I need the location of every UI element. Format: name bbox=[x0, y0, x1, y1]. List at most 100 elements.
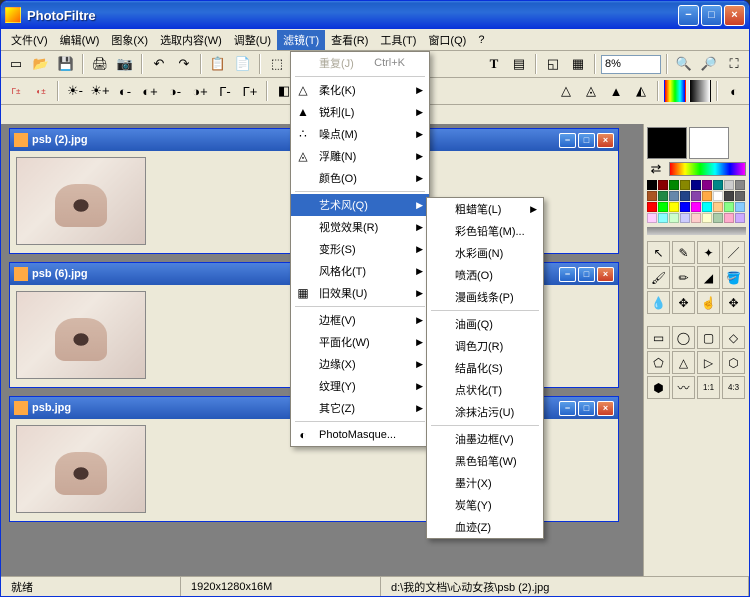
open-button[interactable]: 📂 bbox=[30, 53, 52, 75]
zoom-in-button[interactable]: 🔍 bbox=[673, 53, 695, 75]
palette-swatch[interactable] bbox=[735, 202, 745, 212]
menu-item[interactable]: 颜色(O)▶ bbox=[291, 167, 429, 189]
redo-button[interactable]: ↷ bbox=[173, 53, 195, 75]
menu-item[interactable]: 编辑(W) bbox=[54, 30, 106, 50]
doc-max-button[interactable]: □ bbox=[578, 267, 595, 282]
doc-min-button[interactable]: − bbox=[559, 133, 576, 148]
menu-item[interactable]: ◐PhotoMasque... bbox=[291, 424, 429, 446]
window-minimize-button[interactable]: − bbox=[678, 5, 699, 26]
background-color[interactable] bbox=[689, 127, 729, 159]
doc-min-button[interactable]: − bbox=[559, 267, 576, 282]
contrast-minus-button[interactable]: ◐- bbox=[114, 80, 136, 102]
doc-max-button[interactable]: □ bbox=[578, 401, 595, 416]
menu-item[interactable]: ◬浮雕(N)▶ bbox=[291, 145, 429, 167]
menu-item[interactable]: △柔化(K)▶ bbox=[291, 79, 429, 101]
bright-plus-button[interactable]: ☀+ bbox=[89, 80, 111, 102]
soften-button[interactable]: △ bbox=[555, 80, 577, 102]
palette-swatch[interactable] bbox=[735, 180, 745, 190]
palette-swatch[interactable] bbox=[735, 191, 745, 201]
menu-item[interactable]: ▲锐利(L)▶ bbox=[291, 101, 429, 123]
zoom-out-button[interactable]: 🔎 bbox=[698, 53, 720, 75]
menu-item[interactable]: 平面化(W)▶ bbox=[291, 331, 429, 353]
palette-swatch[interactable] bbox=[647, 213, 657, 223]
palette-swatch[interactable] bbox=[669, 180, 679, 190]
sat-plus-button[interactable]: ◑+ bbox=[189, 80, 211, 102]
print-button[interactable]: 🖨 bbox=[89, 53, 111, 75]
menu-item[interactable]: 变形(S)▶ bbox=[291, 238, 429, 260]
airbrush-tool[interactable]: ◢ bbox=[697, 266, 720, 289]
paste-button[interactable]: 📄 bbox=[232, 53, 254, 75]
menu-item[interactable]: 工具(T) bbox=[374, 30, 422, 50]
menu-item[interactable]: 文件(V) bbox=[5, 30, 54, 50]
fullscreen-button[interactable]: ⛶ bbox=[723, 53, 745, 75]
doc-min-button[interactable]: − bbox=[559, 401, 576, 416]
doc-close-button[interactable]: × bbox=[597, 267, 614, 282]
menu-item[interactable]: 调整(U) bbox=[228, 30, 277, 50]
menu-item[interactable]: 选取内容(W) bbox=[154, 30, 228, 50]
palette-swatch[interactable] bbox=[680, 213, 690, 223]
palette-swatch[interactable] bbox=[691, 213, 701, 223]
menu-item[interactable]: 结晶化(S) bbox=[427, 357, 543, 379]
menu-item[interactable]: 油墨边框(V) bbox=[427, 428, 543, 450]
blur-tool[interactable]: 💧 bbox=[647, 291, 670, 314]
menu-item[interactable]: ? bbox=[472, 32, 490, 48]
diamond-shape[interactable]: ◇ bbox=[722, 326, 745, 349]
menu-item[interactable]: 窗口(Q) bbox=[422, 30, 472, 50]
palette-swatch[interactable] bbox=[713, 213, 723, 223]
menu-item[interactable]: ▦旧效果(U)▶ bbox=[291, 282, 429, 304]
foreground-color[interactable] bbox=[647, 127, 687, 159]
gamma-minus-button[interactable]: Γ- bbox=[214, 80, 236, 102]
palette-swatch[interactable] bbox=[713, 180, 723, 190]
palette-swatch[interactable] bbox=[691, 180, 701, 190]
save-button[interactable]: 💾 bbox=[55, 53, 77, 75]
palette-swatch[interactable] bbox=[735, 213, 745, 223]
ellipse-shape[interactable]: ◯ bbox=[672, 326, 695, 349]
palette-swatch[interactable] bbox=[647, 191, 657, 201]
fill-tool[interactable]: 🪣 bbox=[722, 266, 745, 289]
contrast-plus-button[interactable]: ◐+ bbox=[139, 80, 161, 102]
sharpen-button[interactable]: ▲ bbox=[605, 80, 627, 102]
menu-item[interactable]: 粗蜡笔(L)▶ bbox=[427, 198, 543, 220]
doc-close-button[interactable]: × bbox=[597, 401, 614, 416]
menu-item[interactable]: 查看(R) bbox=[325, 30, 374, 50]
palette-swatch[interactable] bbox=[691, 202, 701, 212]
palette-swatch[interactable] bbox=[658, 180, 668, 190]
pointer-tool[interactable]: ↖ bbox=[647, 241, 670, 264]
menu-item[interactable]: ∴噪点(M)▶ bbox=[291, 123, 429, 145]
roundrect-shape[interactable]: ▢ bbox=[697, 326, 720, 349]
palette-swatch[interactable] bbox=[658, 191, 668, 201]
pentagon-shape[interactable]: ⬠ bbox=[647, 351, 670, 374]
menu-item[interactable]: 其它(Z)▶ bbox=[291, 397, 429, 419]
menu-item[interactable]: 水彩画(N) bbox=[427, 242, 543, 264]
palette-swatch[interactable] bbox=[713, 191, 723, 201]
image-thumbnail[interactable] bbox=[16, 425, 146, 513]
palette-swatch[interactable] bbox=[647, 202, 657, 212]
poly-shape[interactable]: ⬢ bbox=[647, 376, 670, 399]
palette-swatch[interactable] bbox=[702, 180, 712, 190]
rect-shape[interactable]: ▭ bbox=[647, 326, 670, 349]
sat-minus-button[interactable]: ◑- bbox=[164, 80, 186, 102]
menu-item[interactable]: 喷洒(O) bbox=[427, 264, 543, 286]
auto-levels-button[interactable]: Γ± bbox=[5, 80, 27, 102]
menu-item[interactable]: 风格化(T)▶ bbox=[291, 260, 429, 282]
palette-swatch[interactable] bbox=[658, 202, 668, 212]
palette-swatch[interactable] bbox=[691, 191, 701, 201]
color-spectrum[interactable] bbox=[669, 162, 746, 176]
undo-button[interactable]: ↶ bbox=[148, 53, 170, 75]
image-thumbnail[interactable] bbox=[16, 157, 146, 245]
palette-swatch[interactable] bbox=[680, 202, 690, 212]
wand-tool[interactable]: ✦ bbox=[697, 241, 720, 264]
gradient-button[interactable] bbox=[664, 80, 686, 102]
menu-item[interactable]: 彩色铅笔(M)... bbox=[427, 220, 543, 242]
fit-button[interactable]: ◱ bbox=[542, 53, 564, 75]
scan-button[interactable]: 📷 bbox=[114, 53, 136, 75]
stack-button[interactable]: ▤ bbox=[508, 53, 530, 75]
clone-tool[interactable]: ✥ bbox=[672, 291, 695, 314]
menu-item[interactable]: 边框(V)▶ bbox=[291, 309, 429, 331]
palette-swatch[interactable] bbox=[702, 213, 712, 223]
pencil-tool[interactable]: ✏ bbox=[672, 266, 695, 289]
swap-colors-button[interactable]: ⇄ bbox=[647, 162, 665, 176]
grid-button[interactable]: ▦ bbox=[567, 53, 589, 75]
edge-button[interactable]: ◭ bbox=[630, 80, 652, 102]
menu-item[interactable]: 油画(Q) bbox=[427, 313, 543, 335]
